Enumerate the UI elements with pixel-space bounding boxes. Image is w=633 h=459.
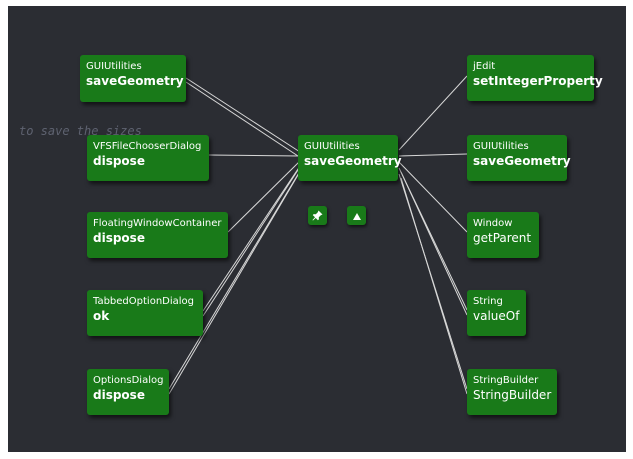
triangle-up-icon [352,206,362,225]
pin-icon [312,206,323,225]
callee-class: StringBuilder [473,375,539,386]
callee-method: StringBuilder [473,388,552,402]
caller-class: GUIUtilities [86,61,142,72]
edge-callee-3 [398,161,468,233]
callee-method: setIntegerProperty [473,74,603,88]
callee-node-1[interactable]: jEdit setIntegerProperty [467,55,603,101]
edge-callee-5b [400,177,468,395]
callee-node-5[interactable]: StringBuilder StringBuilder [467,369,557,415]
caller-node-1[interactable]: GUIUtilities saveGeometry [80,55,186,102]
edge-caller-5b [168,174,299,395]
edge-callee-1 [398,75,468,151]
callee-method: getParent [473,231,532,245]
caller-method: dispose [93,154,145,168]
callee-class: jEdit [473,61,496,72]
up-button[interactable] [347,206,366,225]
callee-class: GUIUtilities [473,141,529,152]
callee-class: String [473,296,503,307]
callee-class: Window [473,218,513,229]
caller-node-4[interactable]: TabbedOptionDialog ok [87,290,203,336]
callee-node-2[interactable]: GUIUtilities saveGeometry [467,135,571,181]
caller-class: OptionsDialog [93,375,164,386]
caller-class: FloatingWindowContainer [93,218,222,229]
caller-node-2[interactable]: VFSFileChooserDialog dispose [87,135,209,181]
edge-callee-2 [398,153,468,157]
caller-class: TabbedOptionDialog [93,296,195,307]
caller-class: VFSFileChooserDialog [93,141,202,152]
callee-method: saveGeometry [473,154,571,168]
edge-callee-4b [400,171,468,316]
callee-node-4[interactable]: String valueOf [467,290,526,336]
pin-button[interactable] [308,206,327,225]
caller-method: dispose [93,231,145,245]
caller-method: ok [93,309,110,323]
caller-method: saveGeometry [86,74,184,88]
caller-method: dispose [93,388,145,402]
center-node[interactable]: GUIUtilities saveGeometry [298,135,402,181]
center-class: GUIUtilities [304,141,360,152]
edge-caller-2 [208,154,301,157]
callee-node-3[interactable]: Window getParent [467,212,539,258]
callee-method: valueOf [473,309,520,323]
caller-node-5[interactable]: OptionsDialog dispose [87,369,169,415]
edge-caller-5 [168,170,301,390]
caller-node-3[interactable]: FloatingWindowContainer dispose [87,212,228,258]
center-method: saveGeometry [304,154,402,168]
